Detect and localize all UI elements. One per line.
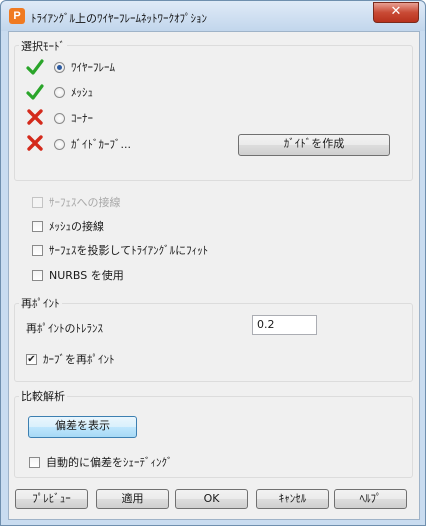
tolerance-label: 再ﾎﾟｲﾝﾄのﾄﾚﾗﾝｽ bbox=[26, 322, 103, 335]
checkbox[interactable] bbox=[32, 196, 43, 208]
radio-label: ｺｰﾅｰ bbox=[71, 112, 93, 125]
checkbox[interactable] bbox=[32, 244, 43, 256]
repoint-label: 再ﾎﾟｲﾝﾄ bbox=[19, 295, 62, 311]
tolerance-input[interactable]: 0.2 bbox=[252, 315, 317, 335]
help-button[interactable]: ﾍﾙﾌﾟ bbox=[334, 489, 407, 509]
radio-label: ﾜｲﾔｰﾌﾚｰﾑ bbox=[71, 61, 115, 74]
radio-corner[interactable]: ｺｰﾅｰ bbox=[54, 110, 93, 126]
radio-mesh[interactable]: ﾒｯｼｭ bbox=[54, 84, 93, 100]
mesh-tangent-checkbox[interactable]: ﾒｯｼｭの接線 bbox=[32, 218, 104, 234]
checkbox[interactable] bbox=[32, 220, 43, 232]
auto-shade-checkbox[interactable]: 自動的に偏差をｼｪｰﾃﾞｨﾝｸﾞ bbox=[29, 454, 173, 470]
radio-button[interactable] bbox=[54, 112, 65, 124]
checkbox-label: 自動的に偏差をｼｪｰﾃﾞｨﾝｸﾞ bbox=[46, 456, 173, 469]
checkbox-label: ｻｰﾌｪｽへの接線 bbox=[49, 196, 121, 209]
radio-button[interactable] bbox=[54, 86, 65, 98]
radio-label: ｶﾞｲﾄﾞｶｰﾌﾞ... bbox=[71, 138, 131, 151]
radio-guide-curve[interactable]: ｶﾞｲﾄﾞｶｰﾌﾞ... bbox=[54, 136, 131, 152]
title-bar[interactable]: P ﾄﾗｲｱﾝｸﾞﾙ上のﾜｲﾔｰﾌﾚｰﾑﾈｯﾄﾜｰｸｵﾌﾟｼｮﾝ ✕ bbox=[1, 1, 425, 31]
cross-icon bbox=[27, 135, 43, 151]
checkbox-label: ｶｰﾌﾞを再ﾎﾟｲﾝﾄ bbox=[43, 353, 115, 366]
use-nurbs-checkbox[interactable]: NURBS を使用 bbox=[32, 267, 124, 283]
radio-label: ﾒｯｼｭ bbox=[71, 86, 93, 99]
checkbox-label: ｻｰﾌｪｽを投影してﾄﾗｲｱﾝｸﾞﾙにﾌｨｯﾄ bbox=[49, 244, 209, 257]
checkbox[interactable]: ✔ bbox=[26, 353, 37, 365]
check-icon bbox=[26, 84, 44, 100]
ok-button[interactable]: OK bbox=[175, 489, 248, 509]
close-button[interactable]: ✕ bbox=[373, 2, 419, 23]
selection-mode-label: 選択ﾓｰﾄﾞ bbox=[19, 38, 67, 54]
radio-button[interactable] bbox=[54, 138, 65, 150]
repoint-group bbox=[14, 303, 413, 382]
checkbox[interactable] bbox=[32, 269, 43, 281]
cancel-button[interactable]: ｷｬﾝｾﾙ bbox=[256, 489, 329, 509]
project-surface-checkbox[interactable]: ｻｰﾌｪｽを投影してﾄﾗｲｱﾝｸﾞﾙにﾌｨｯﾄ bbox=[32, 242, 208, 258]
dialog-body: 選択ﾓｰﾄﾞ ﾜｲﾔｰﾌﾚｰﾑ ﾒｯｼｭ ｺｰﾅｰ ｶﾞｲﾄﾞｶｰﾌﾞ... ｶ… bbox=[8, 31, 420, 520]
repoint-curve-checkbox[interactable]: ✔ ｶｰﾌﾞを再ﾎﾟｲﾝﾄ bbox=[26, 351, 115, 367]
create-guide-button[interactable]: ｶﾞｲﾄﾞを作成 bbox=[238, 134, 390, 156]
comparison-label: 比較解析 bbox=[19, 388, 67, 404]
dialog-window: P ﾄﾗｲｱﾝｸﾞﾙ上のﾜｲﾔｰﾌﾚｰﾑﾈｯﾄﾜｰｸｵﾌﾟｼｮﾝ ✕ 選択ﾓｰﾄ… bbox=[0, 0, 426, 526]
check-icon bbox=[26, 59, 44, 75]
checkbox-label: NURBS を使用 bbox=[49, 269, 124, 282]
preview-button[interactable]: ﾌﾟﾚﾋﾞｭｰ bbox=[15, 489, 88, 509]
cross-icon bbox=[27, 109, 43, 125]
show-deviation-button[interactable]: 偏差を表示 bbox=[28, 416, 137, 438]
radio-button[interactable] bbox=[54, 61, 65, 73]
checkbox-label: ﾒｯｼｭの接線 bbox=[49, 220, 104, 233]
apply-button[interactable]: 適用 bbox=[96, 489, 169, 509]
window-title: ﾄﾗｲｱﾝｸﾞﾙ上のﾜｲﾔｰﾌﾚｰﾑﾈｯﾄﾜｰｸｵﾌﾟｼｮﾝ bbox=[31, 12, 207, 25]
surface-tangent-checkbox[interactable]: ｻｰﾌｪｽへの接線 bbox=[32, 194, 121, 210]
radio-wireframe[interactable]: ﾜｲﾔｰﾌﾚｰﾑ bbox=[54, 59, 115, 75]
app-icon: P bbox=[9, 8, 25, 24]
checkbox[interactable] bbox=[29, 456, 40, 468]
